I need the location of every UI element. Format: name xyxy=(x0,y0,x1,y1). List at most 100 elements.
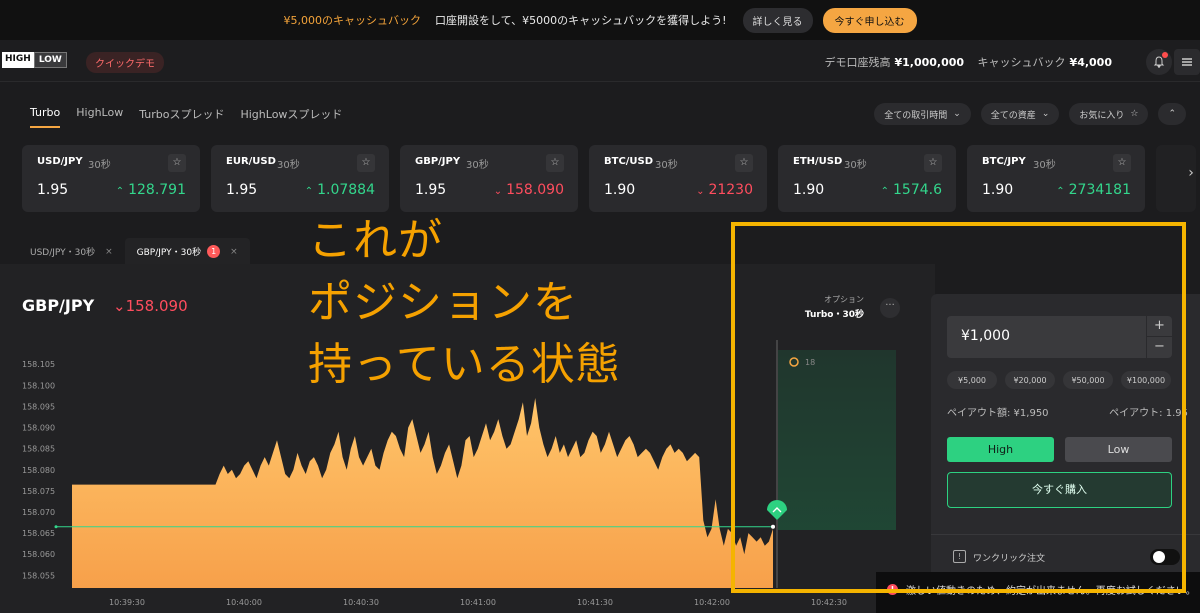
asset-pair: USD/JPY xyxy=(37,156,83,167)
promo-more-button[interactable]: 詳しく見る xyxy=(742,7,813,33)
y-tick-label: 158.095 xyxy=(22,402,55,411)
asset-pair: ETH/USD xyxy=(793,156,843,167)
asset-price: ⌃ 128.791 xyxy=(116,182,186,198)
x-tick-label: 10:40:30 xyxy=(343,598,379,607)
asset-price: ⌃ 1.07884 xyxy=(305,182,375,198)
annotation-text: これが ポジションを 持っている状態 xyxy=(308,210,621,396)
asset-pair: BTC/USD xyxy=(604,156,654,167)
asset-filter[interactable]: 全ての資産 ⌄ xyxy=(980,103,1060,125)
annotation-line: ポジションを xyxy=(308,277,578,328)
asset-card[interactable]: EUR/USD 30秒 ☆ 1.95 ⌃ 1.07884 xyxy=(211,145,389,212)
close-icon[interactable]: × xyxy=(230,247,238,257)
star-icon: ☆ xyxy=(1130,109,1139,119)
quick-demo-badge[interactable]: クイックデモ xyxy=(86,52,164,73)
chevron-down-icon: ⌄ xyxy=(493,186,503,197)
asset-price: ⌄ 158.090 xyxy=(494,182,564,198)
y-tick-label: 158.065 xyxy=(22,529,55,538)
chevron-up-icon: ⌃ xyxy=(115,186,125,197)
y-tick-label: 158.090 xyxy=(22,424,55,433)
cashback-value: ¥4,000 xyxy=(1069,56,1112,69)
highlow-logo[interactable]: HIGH LOW xyxy=(2,52,67,68)
favorites-filter[interactable]: お気に入り ☆ xyxy=(1069,103,1149,125)
asset-payout: 1.90 xyxy=(982,182,1014,198)
chevron-down-icon: ⌄ xyxy=(1041,109,1050,119)
filter-label: 全ての資産 xyxy=(990,110,1036,121)
chart-tab-usdjpy[interactable]: USD/JPY・30秒 × xyxy=(18,238,125,265)
y-tick-label: 158.075 xyxy=(22,487,55,496)
filter-bar: 全ての取引時間 ⌄ 全ての資産 ⌄ お気に入り ☆ ⌃ xyxy=(864,103,1186,125)
tab-turbo[interactable]: Turbo xyxy=(30,106,61,128)
menu-icon[interactable] xyxy=(1174,49,1200,75)
asset-card[interactable]: GBP/JPY 30秒 ☆ 1.95 ⌄ 158.090 xyxy=(400,145,578,212)
star-icon[interactable]: ☆ xyxy=(168,154,186,172)
asset-card[interactable]: BTC/USD 30秒 ☆ 1.90 ⌄ 21230 xyxy=(589,145,767,212)
logo-high: HIGH xyxy=(2,52,34,68)
x-tick-label: 10:40:00 xyxy=(226,598,262,607)
chevron-down-icon: ⌄ xyxy=(953,109,961,119)
chevron-down-icon: ⌄ xyxy=(696,186,705,197)
tab-highlow[interactable]: HighLow xyxy=(76,106,123,128)
asset-duration: 30秒 xyxy=(277,160,300,171)
star-icon[interactable]: ☆ xyxy=(1113,154,1131,172)
notification-icon[interactable] xyxy=(1146,49,1172,75)
app-root: ¥5,000のキャッシュバック 口座開設をして、¥5000のキャッシュバックを獲… xyxy=(0,0,1200,613)
chart-tab-label: GBP/JPY・30秒 xyxy=(136,248,202,258)
chevron-up-icon: ⌃ xyxy=(1168,109,1176,119)
chart-tabs: USD/JPY・30秒 × GBP/JPY・30秒 1 × xyxy=(18,238,250,265)
star-icon[interactable]: ☆ xyxy=(735,154,753,172)
logo-low: LOW xyxy=(33,52,67,68)
asset-duration: 30秒 xyxy=(844,160,867,171)
tab-turbo-spread[interactable]: Turboスプレッド xyxy=(139,106,224,128)
asset-card[interactable]: BTC/JPY 30秒 ☆ 1.90 ⌃ 2734181 xyxy=(967,145,1145,212)
chevron-right-icon[interactable]: › xyxy=(1182,165,1200,181)
annotation-line: これが xyxy=(308,215,443,266)
y-tick-label: 158.100 xyxy=(22,381,55,390)
asset-payout: 1.90 xyxy=(793,182,825,198)
collapse-button[interactable]: ⌃ xyxy=(1158,103,1186,125)
promo-apply-button[interactable]: 今すぐ申し込む xyxy=(822,7,917,33)
chevron-up-icon: ⌃ xyxy=(880,186,889,197)
asset-pair: EUR/USD xyxy=(226,156,276,167)
star-icon[interactable]: ☆ xyxy=(546,154,564,172)
x-tick-label: 10:39:30 xyxy=(109,598,145,607)
balance-display: デモ口座残高 ¥1,000,000 キャッシュバック ¥4,000 xyxy=(824,54,1122,70)
chart-tab-label: USD/JPY・30秒 xyxy=(30,248,96,258)
annotation-highlight-box xyxy=(731,222,1186,593)
asset-card[interactable]: ETH/USD 30秒 ☆ 1.90 ⌃ 1574.6 xyxy=(778,145,956,212)
hamburger-icon xyxy=(1182,58,1192,66)
notification-dot xyxy=(1162,52,1168,58)
annotation-line: 持っている状態 xyxy=(308,339,621,390)
chevron-up-icon: ⌃ xyxy=(304,186,314,197)
chevron-up-icon: ⌃ xyxy=(1056,186,1065,197)
cashback-label: キャッシュバック xyxy=(977,56,1066,69)
star-icon[interactable]: ☆ xyxy=(357,154,375,172)
promo-text: 口座開設をして、¥5000のキャッシュバックを獲得しよう! xyxy=(434,14,727,27)
asset-payout: 1.95 xyxy=(37,182,69,198)
y-tick-label: 158.070 xyxy=(22,508,55,517)
y-tick-label: 158.105 xyxy=(22,360,55,369)
asset-price: ⌃ 1574.6 xyxy=(881,182,942,198)
chart-pair-title: GBP/JPY xyxy=(22,296,95,315)
y-tick-label: 158.080 xyxy=(22,466,55,475)
tab-highlow-spread[interactable]: HighLowスプレッド xyxy=(240,106,342,128)
promo-highlight: ¥5,000のキャッシュバック xyxy=(283,14,421,27)
asset-duration: 30秒 xyxy=(1033,160,1056,171)
filter-label: お気に入り xyxy=(1079,110,1125,121)
close-icon[interactable]: × xyxy=(105,247,113,257)
price-area xyxy=(72,398,773,588)
trading-hours-filter[interactable]: 全ての取引時間 ⌄ xyxy=(874,103,971,125)
y-tick-label: 158.055 xyxy=(22,571,55,580)
asset-price-value: 1574.6 xyxy=(893,182,942,198)
top-header: HIGH LOW クイックデモ デモ口座残高 ¥1,000,000 キャッシュバッ… xyxy=(0,40,1200,82)
asset-cards: USD/JPY 30秒 ☆ 1.95 ⌃ 128.791 EUR/USD 30秒 ☆ 1.95 ⌃ 1… xyxy=(22,145,1200,212)
chart-tab-gbpjpy[interactable]: GBP/JPY・30秒 1 × xyxy=(124,238,250,265)
asset-duration: 30秒 xyxy=(655,160,678,171)
filter-label: 全ての取引時間 xyxy=(884,110,948,121)
y-tick-label: 158.085 xyxy=(22,445,55,454)
balance-label: デモ口座残高 xyxy=(824,56,891,69)
asset-card[interactable]: USD/JPY 30秒 ☆ 1.95 ⌃ 128.791 xyxy=(22,145,200,212)
star-icon[interactable]: ☆ xyxy=(924,154,942,172)
chart-price-value: 158.090 xyxy=(125,297,188,315)
x-tick-label: 10:41:00 xyxy=(460,598,496,607)
asset-payout: 1.95 xyxy=(226,182,258,198)
